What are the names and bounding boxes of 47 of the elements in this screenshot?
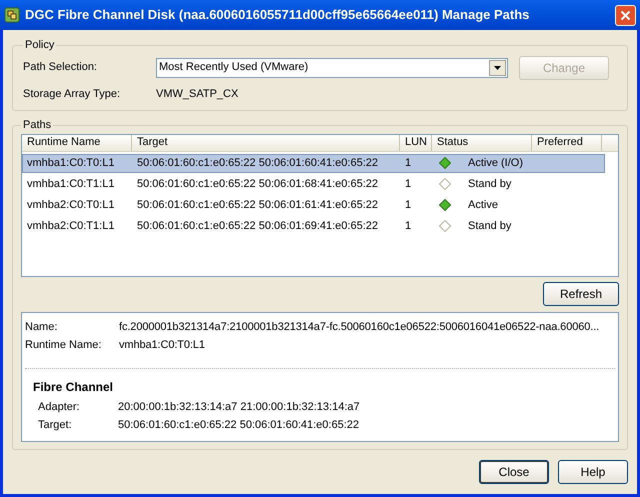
table-cell-text: 50:06:01:60:c1:e0:65:22 50:06:01:61:41:e0:65:22	[136, 198, 379, 213]
table-cell-text: Active	[468, 198, 498, 213]
refresh-button[interactable]: Refresh	[543, 282, 619, 306]
column-header[interactable]: Target	[132, 134, 400, 150]
field-label: Name:	[25, 320, 58, 336]
close-icon[interactable]	[615, 4, 636, 26]
table-cell-text: 50:06:01:60:c1:e0:65:22 50:06:01:69:41:e0:65:22	[136, 218, 379, 234]
field-label: Runtime Name:	[25, 338, 102, 354]
table-cell-text: 1	[404, 156, 412, 171]
section-title: Fibre Channel	[32, 378, 114, 396]
table-cell-text: 1	[404, 198, 412, 213]
field-value: 20:00:00:1b:32:13:14:a7 21:00:00:1b:32:13:14:a7	[118, 400, 360, 416]
field-value: fc.2000001b321314a7:2100001b321314a7-fc.50060160c1e06522:5006016041e06522-naa.60060...	[119, 320, 600, 336]
app-icon	[4, 7, 20, 23]
table-cell-text: Stand by	[468, 218, 512, 234]
path-row[interactable]: vmhba1:C0:T0:L1 50:06:01:60:c1:e0:65:22 50:06:01:60:41:e0:65:22 1 Active (I/O)	[22, 154, 605, 172]
path-row[interactable]: vmhba2:C0:T0:L1 50:06:01:60:c1:e0:65:22 50:06:01:61:41:e0:65:22 1 Active	[22, 196, 605, 214]
table-cell-text: vmhba2:C0:T0:L1	[26, 198, 116, 213]
table-cell-text: 50:06:01:60:c1:e0:65:22 50:06:01:60:41:e0:65:22	[136, 156, 379, 171]
path-row[interactable]: vmhba1:C0:T1:L1 50:06:01:60:c1:e0:65:22 50:06:01:68:41:e0:65:22 1 Stand by	[22, 174, 605, 194]
field-value: 50:06:01:60:c1:e0:65:22 50:06:01:60:41:e0:65:22	[118, 418, 359, 434]
column-header[interactable]: Preferred	[532, 134, 602, 150]
table-cell-text: 1	[404, 218, 412, 234]
close-button[interactable]: Close	[479, 460, 549, 484]
table-cell-text: Stand by	[468, 176, 512, 192]
dropdown-arrow-icon	[494, 66, 501, 70]
window-title: DGC Fibre Channel Disk (naa.6006016055711d00cff95e65664ee011) Manage Paths	[25, 6, 530, 24]
table-cell-text: 1	[404, 176, 412, 192]
path-row[interactable]: vmhba2:C0:T1:L1 50:06:01:60:c1:e0:65:22 50:06:01:69:41:e0:65:22 1 Stand by	[22, 216, 605, 236]
column-header[interactable]: Runtime Name	[22, 134, 132, 150]
column-header[interactable]: LUN	[400, 134, 432, 150]
group-title: Paths	[22, 118, 52, 133]
field-label: Adapter:	[38, 400, 81, 416]
field-value: VMW_SATP_CX	[156, 86, 238, 102]
group-title: Policy	[24, 38, 56, 53]
field-value: vmhba1:C0:T0:L1	[119, 338, 205, 354]
table-cell-text: Active (I/O)	[468, 156, 524, 171]
field-label: Target:	[38, 418, 73, 434]
column-header[interactable]: Status	[432, 134, 532, 150]
table-cell-text: 50:06:01:60:c1:e0:65:22 50:06:01:68:41:e0:65:22	[136, 176, 379, 192]
field-label: Path Selection:	[23, 60, 98, 76]
path-selection-dropdown[interactable]: Most Recently Used (VMware)	[156, 58, 508, 78]
table-cell-text: vmhba1:C0:T0:L1	[26, 156, 116, 171]
field-label: Storage Array Type:	[23, 86, 122, 102]
table-cell-text: vmhba1:C0:T1:L1	[26, 176, 116, 192]
table-cell-text: vmhba2:C0:T1:L1	[26, 218, 116, 234]
help-button[interactable]: Help	[558, 460, 628, 484]
